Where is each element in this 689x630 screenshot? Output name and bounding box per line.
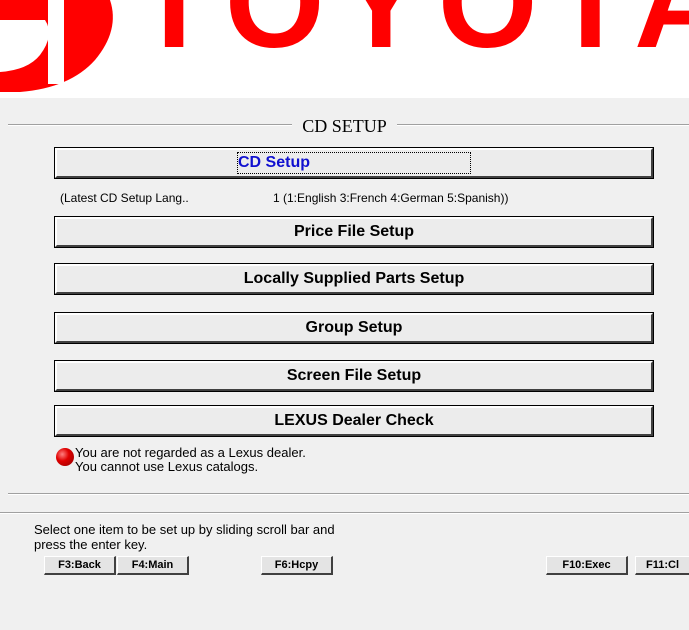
- lexus-message-line1: You are not regarded as a Lexus dealer.: [75, 445, 306, 460]
- status-line2: press the enter key.: [34, 537, 148, 552]
- price-file-setup-button[interactable]: Price File Setup: [54, 216, 654, 248]
- toyota-emblem-icon: [0, 0, 113, 92]
- lexus-dealer-check-button[interactable]: LEXUS Dealer Check: [54, 405, 654, 437]
- red-ball-icon: [56, 448, 74, 466]
- section-title-text: CD SETUP: [292, 116, 397, 136]
- screen-file-setup-button[interactable]: Screen File Setup: [54, 360, 654, 392]
- toyota-logo: TOYOTA: [135, 0, 689, 75]
- cd-setup-button[interactable]: CD Setup: [54, 147, 654, 179]
- language-value: 1 (1:English 3:French 4:German 5:Spanish…: [273, 191, 509, 205]
- header-band: TOYOTA: [0, 0, 689, 98]
- f3-back-button[interactable]: F3:Back: [44, 556, 116, 575]
- language-line: (Latest CD Setup Lang.. 1 (1:English 3:F…: [60, 191, 508, 205]
- f11-close-button[interactable]: F11:Cl: [635, 556, 689, 575]
- status-line1: Select one item to be set up by sliding …: [34, 522, 335, 537]
- lexus-message-line2: You cannot use Lexus catalogs.: [75, 459, 259, 474]
- language-label: (Latest CD Setup Lang..: [60, 191, 189, 205]
- status-divider-line: [0, 512, 689, 514]
- cd-setup-label: CD Setup: [237, 152, 471, 174]
- frame-bottom-line: [8, 493, 689, 495]
- f6-hcpy-button[interactable]: F6:Hcpy: [261, 556, 333, 575]
- f4-main-button[interactable]: F4:Main: [117, 556, 189, 575]
- lexus-message-text: You are not regarded as a Lexus dealer. …: [75, 446, 306, 474]
- locally-supplied-parts-setup-button[interactable]: Locally Supplied Parts Setup: [54, 263, 654, 295]
- status-instructions: Select one item to be set up by sliding …: [34, 522, 335, 552]
- f10-exec-button[interactable]: F10:Exec: [546, 556, 628, 575]
- group-setup-button[interactable]: Group Setup: [54, 312, 654, 344]
- section-title: CD SETUP: [0, 116, 689, 137]
